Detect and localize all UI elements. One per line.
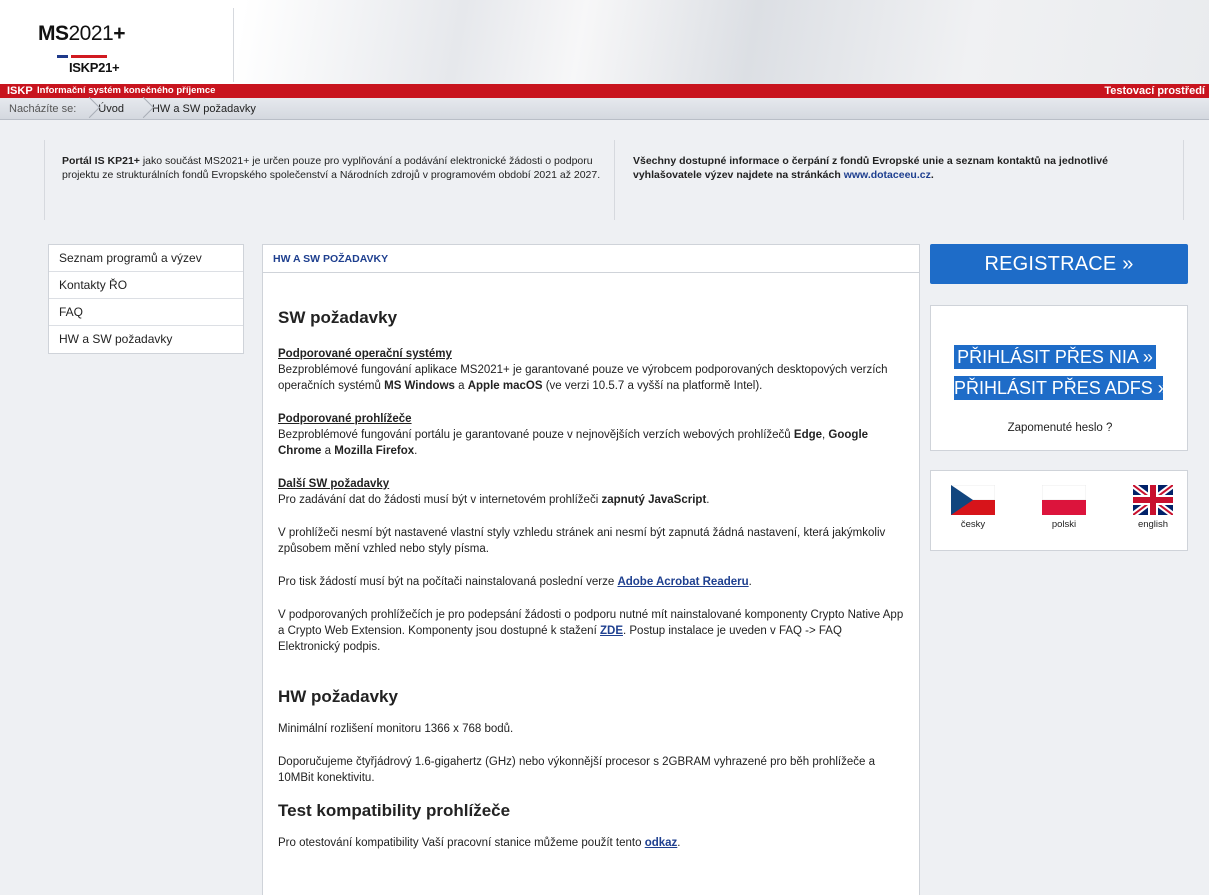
uk-flag-icon — [1133, 485, 1173, 515]
crypto-download-link[interactable]: ZDE — [600, 625, 623, 637]
browser-text-4: . — [414, 445, 418, 457]
menu-item-hw-sw[interactable]: HW a SW požadavky — [49, 326, 243, 353]
portal-description: jako součást MS2021+ je určen pouze pro … — [62, 155, 601, 181]
environment-label: Testovací prostředí — [1104, 85, 1205, 97]
forgot-password-link[interactable]: Zapomenuté heslo ? — [931, 422, 1189, 434]
compat-test-section: Pro otestování kompatibility Vaší pracov… — [278, 835, 904, 851]
hw-resolution-text: Minimální rozlišení monitoru 1366 x 768 … — [278, 723, 514, 735]
polish-flag-icon — [1042, 485, 1086, 515]
menu-item-contacts[interactable]: Kontakty ŘO — [49, 272, 243, 299]
language-english-label: english — [1137, 519, 1169, 530]
breadcrumb: Nacházíte se: Úvod HW a SW požadavky — [0, 98, 1209, 120]
dotaceeu-link[interactable]: www.dotaceeu.cz — [844, 169, 931, 181]
os-macos: Apple macOS — [467, 380, 543, 392]
system-bar: ISKP Informační systém konečného příjemc… — [0, 84, 1209, 98]
eu-info-text: Všechny dostupné informace o čerpání z f… — [633, 154, 1173, 182]
browser-text-1: Bezproblémové fungování portálu je garan… — [278, 429, 794, 441]
browser-section: Podporované prohlížeče Bezproblémové fun… — [278, 411, 904, 459]
portal-name: Portál IS KP21+ — [62, 155, 140, 167]
logo-ms-bold: MS — [38, 22, 69, 45]
portal-info-text: Portál IS KP21+ jako součást MS2021+ je … — [62, 154, 602, 182]
menu-item-faq[interactable]: FAQ — [49, 299, 243, 326]
system-abbrev: ISKP — [7, 85, 33, 97]
eu-info-end: . — [930, 169, 934, 181]
logo-plus: + — [113, 22, 125, 45]
language-panel: česky polski english — [930, 470, 1188, 551]
language-english[interactable]: english — [1123, 485, 1183, 530]
language-polish-label: polski — [1051, 519, 1077, 530]
browser-subheading: Podporované prohlížeče — [278, 413, 412, 425]
panel-title: HW A SW POŽADAVKY — [263, 245, 919, 273]
hw-heading: HW požadavky — [278, 687, 398, 706]
login-panel: PŘIHLÁSIT PŘES NIA » PŘIHLÁSIT PŘES ADFS… — [930, 305, 1188, 451]
compat-test-heading: Test kompatibility prohlížeče — [278, 801, 511, 820]
register-button[interactable]: REGISTRACE » — [930, 244, 1188, 284]
os-windows: MS Windows — [384, 380, 455, 392]
logo-red-bar — [71, 55, 107, 58]
login-adfs-button[interactable]: PŘIHLÁSIT PŘES ADFS » — [954, 376, 1168, 400]
breadcrumb-item-current: HW a SW požadavky — [142, 98, 274, 120]
other-sw-subheading: Další SW požadavky — [278, 478, 390, 490]
browser-firefox: Mozilla Firefox — [334, 445, 415, 457]
print-end: . — [748, 576, 752, 588]
info-panel: Portál IS KP21+ jako součást MS2021+ je … — [44, 140, 1184, 220]
os-subheading: Podporované operační systémy — [278, 348, 452, 360]
os-text-2: a — [454, 380, 468, 392]
other-sw-text-1: Pro zadávání dat do žádosti musí být v i… — [278, 494, 602, 506]
compat-test-text: Pro otestování kompatibility Vaší pracov… — [278, 837, 645, 849]
menu-item-programs[interactable]: Seznam programů a výzev — [49, 245, 243, 272]
logo-ms-rest: 2021 — [68, 22, 114, 45]
compat-test-end: . — [677, 837, 681, 849]
browser-text-3: a — [321, 445, 335, 457]
crypto-section: V podporovaných prohlížečích je pro pode… — [278, 607, 904, 655]
other-sw-section: Další SW požadavky Pro zadávání dat do ž… — [278, 476, 904, 508]
acrobat-reader-link[interactable]: Adobe Acrobat Readeru — [617, 576, 748, 588]
breadcrumb-label: Nacházíte se: — [9, 102, 77, 115]
ms2021-logo[interactable]: MS2021+ — [38, 22, 125, 46]
other-sw-text-2: . — [706, 494, 710, 506]
iskp21-logo: ISKP21+ — [69, 60, 120, 75]
sw-heading: SW požadavky — [278, 308, 398, 327]
info-divider — [614, 140, 615, 220]
system-name: Informační systém konečného příjemce — [37, 85, 216, 96]
logo-blue-bar — [57, 55, 68, 58]
javascript-requirement: zapnutý JavaScript — [601, 494, 707, 506]
hw-processor-text: Doporučujeme čtyřjádrový 1.6-gigahertz (… — [278, 756, 876, 784]
os-text-3: (ve verzi 10.5.7 a vyšší na platformě In… — [542, 380, 763, 392]
page-header: MS2021+ ISKP21+ — [0, 0, 1209, 84]
content-body: SW požadavky Podporované operační systém… — [263, 308, 919, 851]
os-section: Podporované operační systémy Bezproblémo… — [278, 346, 904, 394]
language-czech-label: česky — [960, 519, 986, 530]
styles-text: V prohlížeči nesmí být nastavené vlastní… — [278, 527, 886, 555]
language-polish[interactable]: polski — [1034, 485, 1094, 530]
compat-test-link[interactable]: odkaz — [645, 837, 678, 849]
browser-edge: Edge — [793, 429, 823, 441]
side-menu: Seznam programů a výzev Kontakty ŘO FAQ … — [48, 244, 244, 354]
main-content-panel: HW A SW POŽADAVKY SW požadavky Podporova… — [262, 244, 920, 895]
login-nia-button[interactable]: PŘIHLÁSIT PŘES NIA » — [954, 345, 1156, 369]
header-separator — [233, 8, 234, 82]
print-text: Pro tisk žádostí musí být na počítači na… — [278, 576, 618, 588]
czech-flag-icon — [951, 485, 995, 515]
language-czech[interactable]: česky — [943, 485, 1003, 530]
print-section: Pro tisk žádostí musí být na počítači na… — [278, 574, 904, 590]
